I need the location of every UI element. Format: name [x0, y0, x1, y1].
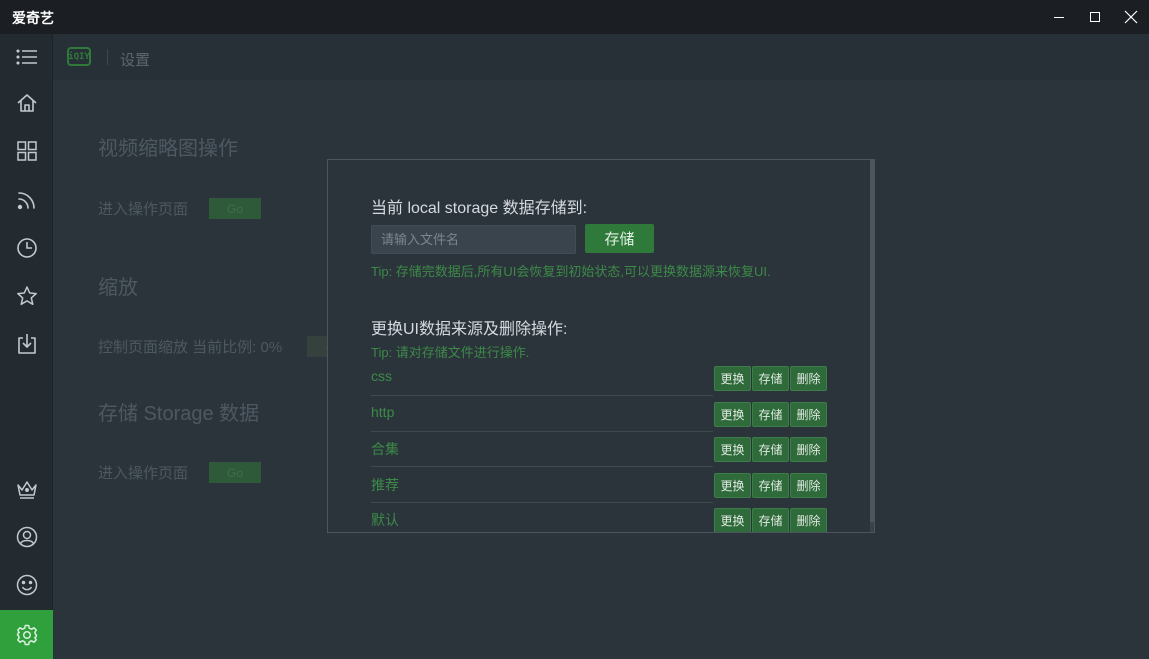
header-divider: [107, 49, 108, 65]
section-title-thumbnail: 视频缩略图操作: [98, 138, 238, 160]
sidebar-item-vip[interactable]: [0, 466, 53, 512]
iqiyi-logo: iQIY: [67, 47, 91, 66]
sidebar-item-categories[interactable]: [0, 128, 53, 174]
file-row: http 更换 存储 删除: [371, 397, 827, 433]
file-name: 默认: [371, 512, 399, 528]
replace-button[interactable]: 更换: [714, 402, 751, 427]
close-icon: [1124, 10, 1138, 24]
delete-button[interactable]: 删除: [790, 473, 827, 498]
replace-button[interactable]: 更换: [714, 473, 751, 498]
star-icon: [16, 286, 37, 306]
thumbnail-go-button[interactable]: Go: [209, 198, 261, 219]
maximize-icon: [1090, 12, 1100, 22]
file-name: http: [371, 404, 395, 420]
sidebar-item-favorites[interactable]: [0, 273, 53, 319]
user-icon: [16, 526, 37, 548]
delete-button[interactable]: 删除: [790, 508, 827, 532]
sidebar-item-home[interactable]: [0, 80, 53, 126]
delete-button[interactable]: 删除: [790, 366, 827, 391]
sidebar-menu[interactable]: [0, 34, 53, 80]
minimize-button[interactable]: [1041, 0, 1077, 34]
storage-row-label: 进入操作页面: [98, 465, 189, 482]
crown-icon: [16, 481, 37, 499]
manage-tip: Tip: 请对存储文件进行操作.: [371, 345, 530, 360]
sidebar-item-account[interactable]: [0, 514, 53, 560]
save-heading: 当前 local storage 数据存储到:: [371, 200, 588, 217]
store-button[interactable]: 存储: [752, 437, 789, 462]
store-button[interactable]: 存储: [752, 508, 789, 532]
replace-button[interactable]: 更换: [714, 437, 751, 462]
row-divider: [371, 395, 713, 396]
title-bar: 爱奇艺: [0, 0, 1149, 34]
menu-icon: [15, 49, 37, 65]
section-title-storage: 存储 Storage 数据: [98, 403, 260, 425]
header-bar: iQIY 设置: [53, 34, 1149, 80]
replace-button[interactable]: 更换: [714, 508, 751, 532]
save-tip: Tip: 存储完数据后,所有UI会恢复到初始状态,可以更换数据源来恢复UI.: [371, 264, 771, 279]
app-title: 爱奇艺: [12, 10, 54, 26]
smile-icon: [16, 574, 37, 596]
storage-go-button[interactable]: Go: [209, 462, 261, 483]
sidebar-item-history[interactable]: [0, 225, 53, 271]
store-button[interactable]: 存储: [752, 402, 789, 427]
page-title: 设置: [120, 52, 151, 69]
file-name: 合集: [371, 441, 399, 457]
file-row: 推荐 更换 存储 删除: [371, 468, 827, 504]
zoom-row-label: 控制页面缩放 当前比例: 0%: [98, 339, 283, 356]
download-icon: [17, 334, 36, 354]
delete-button[interactable]: 删除: [790, 402, 827, 427]
sidebar-item-feed[interactable]: [0, 177, 53, 223]
clock-icon: [16, 238, 37, 258]
home-icon: [16, 94, 37, 112]
sidebar-item-settings[interactable]: [0, 610, 53, 659]
manage-heading: 更换UI数据来源及删除操作:: [371, 321, 568, 338]
file-row: 合集 更换 存储 删除: [371, 432, 827, 468]
sidebar: [0, 34, 53, 659]
rss-icon: [17, 192, 35, 210]
file-name: 推荐: [371, 477, 399, 493]
replace-button[interactable]: 更换: [714, 366, 751, 391]
thumbnail-row-label: 进入操作页面: [98, 201, 189, 218]
sidebar-item-downloads[interactable]: [0, 321, 53, 367]
gear-icon: [16, 624, 37, 645]
grid-icon: [16, 141, 37, 161]
storage-modal: 当前 local storage 数据存储到: 存储 Tip: 存储完数据后,所…: [327, 159, 875, 533]
maximize-button[interactable]: [1077, 0, 1113, 34]
save-button[interactable]: 存储: [585, 224, 654, 253]
file-name: css: [371, 368, 392, 384]
filename-input[interactable]: [371, 225, 576, 254]
sidebar-item-feedback[interactable]: [0, 562, 53, 608]
modal-scrollbar-thumb[interactable]: [870, 160, 874, 522]
file-row: 默认 更换 存储 删除: [371, 503, 827, 532]
file-row: css 更换 存储 删除: [371, 361, 827, 397]
section-title-zoom: 缩放: [98, 277, 138, 299]
store-button[interactable]: 存储: [752, 366, 789, 391]
minimize-icon: [1054, 17, 1064, 18]
close-button[interactable]: [1113, 0, 1149, 34]
delete-button[interactable]: 删除: [790, 437, 827, 462]
row-divider: [371, 466, 713, 467]
store-button[interactable]: 存储: [752, 473, 789, 498]
